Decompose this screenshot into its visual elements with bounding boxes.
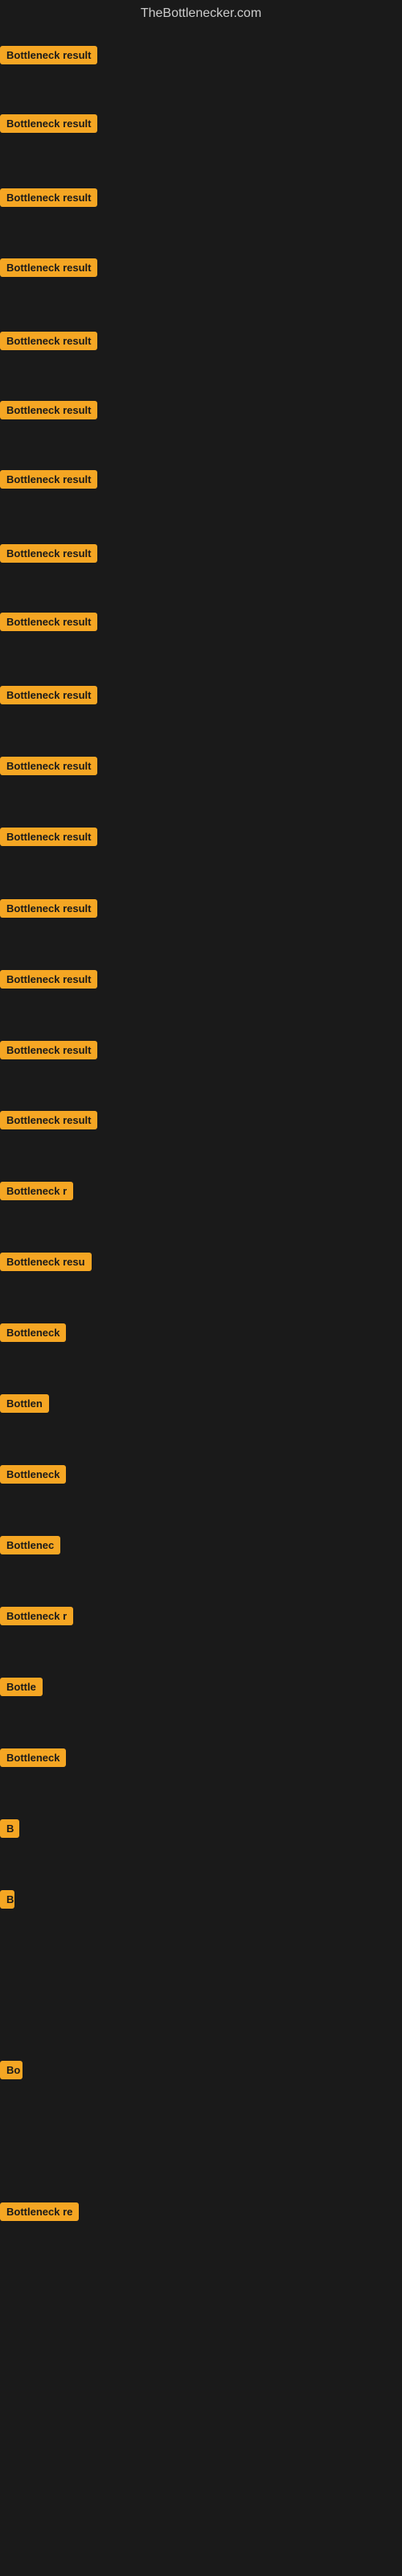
bottleneck-item-16: Bottleneck r bbox=[0, 1182, 73, 1204]
bottleneck-item-3: Bottleneck result bbox=[0, 258, 97, 281]
bottleneck-badge-4[interactable]: Bottleneck result bbox=[0, 332, 97, 350]
site-title: TheBottlenecker.com bbox=[0, 0, 402, 31]
bottleneck-badge-17[interactable]: Bottleneck resu bbox=[0, 1253, 92, 1271]
bottleneck-badge-15[interactable]: Bottleneck result bbox=[0, 1111, 97, 1129]
bottleneck-item-2: Bottleneck result bbox=[0, 188, 97, 211]
bottleneck-item-21: Bottlenec bbox=[0, 1536, 60, 1558]
bottleneck-item-17: Bottleneck resu bbox=[0, 1253, 92, 1275]
bottleneck-item-7: Bottleneck result bbox=[0, 544, 97, 567]
bottleneck-badge-10[interactable]: Bottleneck result bbox=[0, 757, 97, 775]
bottleneck-item-25: B bbox=[0, 1819, 19, 1842]
bottleneck-item-13: Bottleneck result bbox=[0, 970, 97, 993]
bottleneck-item-12: Bottleneck result bbox=[0, 899, 97, 922]
bottleneck-badge-21[interactable]: Bottlenec bbox=[0, 1536, 60, 1554]
bottleneck-item-0: Bottleneck result bbox=[0, 46, 97, 68]
bottleneck-item-28: Bottleneck re bbox=[0, 2202, 79, 2225]
bottleneck-badge-24[interactable]: Bottleneck bbox=[0, 1748, 66, 1767]
bottleneck-badge-0[interactable]: Bottleneck result bbox=[0, 46, 97, 64]
bottleneck-badge-13[interactable]: Bottleneck result bbox=[0, 970, 97, 989]
bottleneck-badge-1[interactable]: Bottleneck result bbox=[0, 114, 97, 133]
bottleneck-item-11: Bottleneck result bbox=[0, 828, 97, 850]
bottleneck-item-23: Bottle bbox=[0, 1678, 43, 1700]
bottleneck-badge-5[interactable]: Bottleneck result bbox=[0, 401, 97, 419]
bottleneck-badge-20[interactable]: Bottleneck bbox=[0, 1465, 66, 1484]
bottleneck-badge-23[interactable]: Bottle bbox=[0, 1678, 43, 1696]
bottleneck-item-26: B bbox=[0, 1890, 14, 1913]
bottleneck-badge-3[interactable]: Bottleneck result bbox=[0, 258, 97, 277]
bottleneck-badge-27[interactable]: Bo bbox=[0, 2061, 23, 2079]
bottleneck-badge-19[interactable]: Bottlen bbox=[0, 1394, 49, 1413]
bottleneck-item-24: Bottleneck bbox=[0, 1748, 66, 1771]
bottleneck-badge-28[interactable]: Bottleneck re bbox=[0, 2202, 79, 2221]
bottleneck-badge-22[interactable]: Bottleneck r bbox=[0, 1607, 73, 1625]
bottleneck-badge-12[interactable]: Bottleneck result bbox=[0, 899, 97, 918]
bottleneck-item-19: Bottlen bbox=[0, 1394, 49, 1417]
bottleneck-badge-8[interactable]: Bottleneck result bbox=[0, 613, 97, 631]
bottleneck-badge-18[interactable]: Bottleneck bbox=[0, 1323, 66, 1342]
bottleneck-badge-26[interactable]: B bbox=[0, 1890, 14, 1909]
bottleneck-badge-25[interactable]: B bbox=[0, 1819, 19, 1838]
bottleneck-badge-6[interactable]: Bottleneck result bbox=[0, 470, 97, 489]
bottleneck-badge-9[interactable]: Bottleneck result bbox=[0, 686, 97, 704]
bottleneck-item-22: Bottleneck r bbox=[0, 1607, 73, 1629]
bottleneck-item-18: Bottleneck bbox=[0, 1323, 66, 1346]
bottleneck-item-20: Bottleneck bbox=[0, 1465, 66, 1488]
bottleneck-item-4: Bottleneck result bbox=[0, 332, 97, 354]
bottleneck-item-10: Bottleneck result bbox=[0, 757, 97, 779]
bottleneck-item-9: Bottleneck result bbox=[0, 686, 97, 708]
bottleneck-badge-11[interactable]: Bottleneck result bbox=[0, 828, 97, 846]
bottleneck-item-14: Bottleneck result bbox=[0, 1041, 97, 1063]
bottleneck-badge-7[interactable]: Bottleneck result bbox=[0, 544, 97, 563]
bottleneck-item-8: Bottleneck result bbox=[0, 613, 97, 635]
bottleneck-badge-2[interactable]: Bottleneck result bbox=[0, 188, 97, 207]
bottleneck-badge-14[interactable]: Bottleneck result bbox=[0, 1041, 97, 1059]
bottleneck-item-27: Bo bbox=[0, 2061, 23, 2083]
bottleneck-badge-16[interactable]: Bottleneck r bbox=[0, 1182, 73, 1200]
bottleneck-item-6: Bottleneck result bbox=[0, 470, 97, 493]
bottleneck-item-15: Bottleneck result bbox=[0, 1111, 97, 1133]
bottleneck-item-1: Bottleneck result bbox=[0, 114, 97, 137]
bottleneck-item-5: Bottleneck result bbox=[0, 401, 97, 423]
